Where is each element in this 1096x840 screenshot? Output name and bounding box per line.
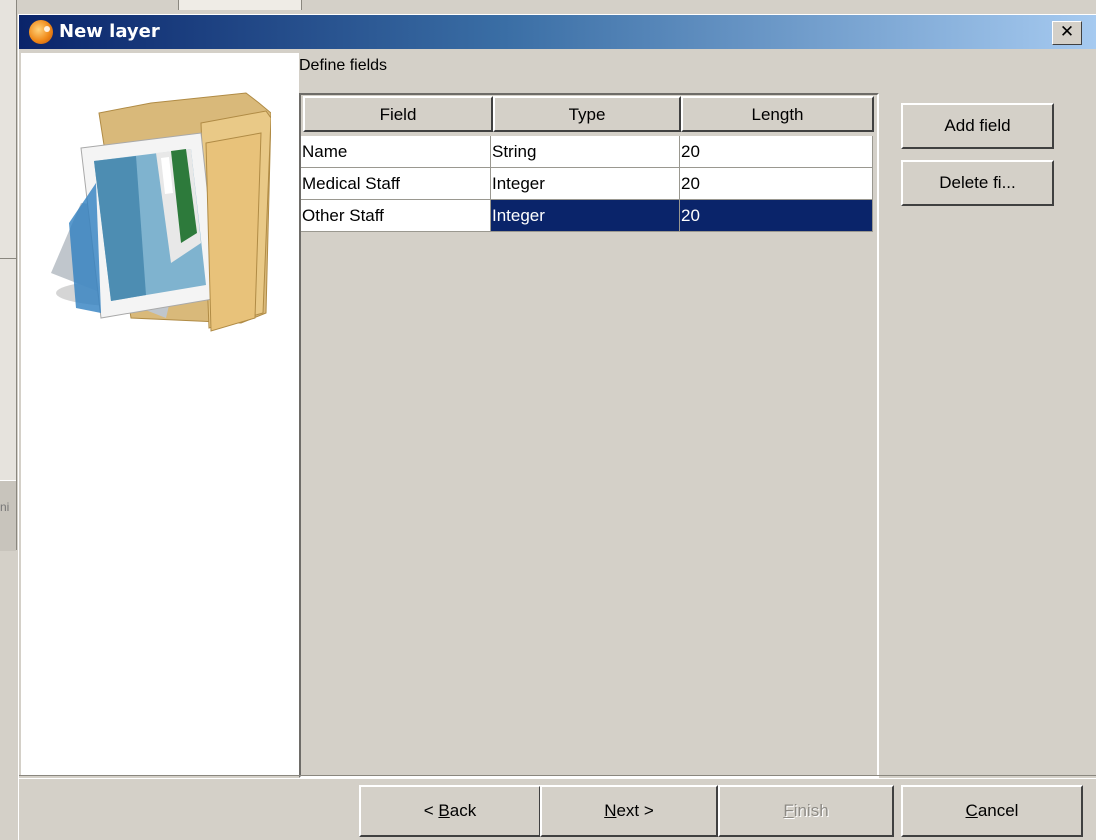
cancel-button[interactable]: Cancel — [901, 785, 1083, 837]
finish-rest: inish — [793, 801, 829, 820]
add-field-button[interactable]: Add field — [901, 103, 1054, 149]
column-header-type[interactable]: Type — [493, 96, 681, 132]
column-header-field[interactable]: Field — [303, 96, 493, 132]
next-rest: ext > — [616, 801, 654, 820]
table-row[interactable]: Name String 20 — [301, 136, 873, 168]
wizard-side-image-panel — [21, 53, 299, 776]
cell-field-name[interactable]: Medical Staff — [301, 168, 491, 200]
column-header-length[interactable]: Length — [681, 96, 874, 132]
cell-field-type[interactable]: String — [491, 136, 680, 168]
background-side-panel: ni — [0, 0, 17, 551]
cell-field-name[interactable]: Name — [301, 136, 491, 168]
cell-field-length[interactable]: 20 — [680, 200, 873, 232]
next-button[interactable]: Next > — [540, 785, 718, 837]
fields-table: Field Type Length Name String 20 Medical… — [299, 93, 879, 778]
table-row[interactable]: Medical Staff Integer 20 — [301, 168, 873, 200]
back-button[interactable]: < Back — [359, 785, 541, 837]
title-bar[interactable]: New layer ✕ — [19, 15, 1096, 49]
footer-divider — [19, 775, 1096, 779]
define-fields-label: Define fields — [299, 57, 388, 74]
app-icon — [29, 20, 53, 44]
close-button[interactable]: ✕ — [1052, 21, 1082, 45]
dialog-title: New layer — [59, 21, 160, 42]
close-icon: ✕ — [1059, 22, 1075, 42]
background-edge-text: ni — [0, 500, 10, 514]
cancel-mnemonic: C — [965, 801, 978, 820]
next-mnemonic: N — [604, 801, 617, 820]
back-mnemonic: B — [438, 801, 450, 820]
cell-field-type[interactable]: Integer — [491, 200, 680, 232]
cancel-rest: ancel — [977, 801, 1019, 820]
finish-mnemonic: F — [783, 801, 794, 820]
table-row-selected[interactable]: Other Staff Integer 20 — [301, 200, 873, 232]
cell-field-length[interactable]: 20 — [680, 168, 873, 200]
finish-button[interactable]: Finish — [718, 785, 894, 837]
background-top-tab — [178, 0, 302, 10]
cell-field-length[interactable]: 20 — [680, 136, 873, 168]
cell-field-type[interactable]: Integer — [491, 168, 680, 200]
table-header-row: Field Type Length — [303, 96, 874, 134]
cell-field-name[interactable]: Other Staff — [301, 200, 491, 232]
folder-with-map-icon — [51, 92, 271, 332]
back-rest: ack — [449, 801, 477, 820]
back-prefix: < — [423, 801, 439, 820]
delete-field-button[interactable]: Delete fi... — [901, 160, 1054, 206]
new-layer-dialog: New layer ✕ Define fields Field Type Len… — [18, 14, 1096, 840]
